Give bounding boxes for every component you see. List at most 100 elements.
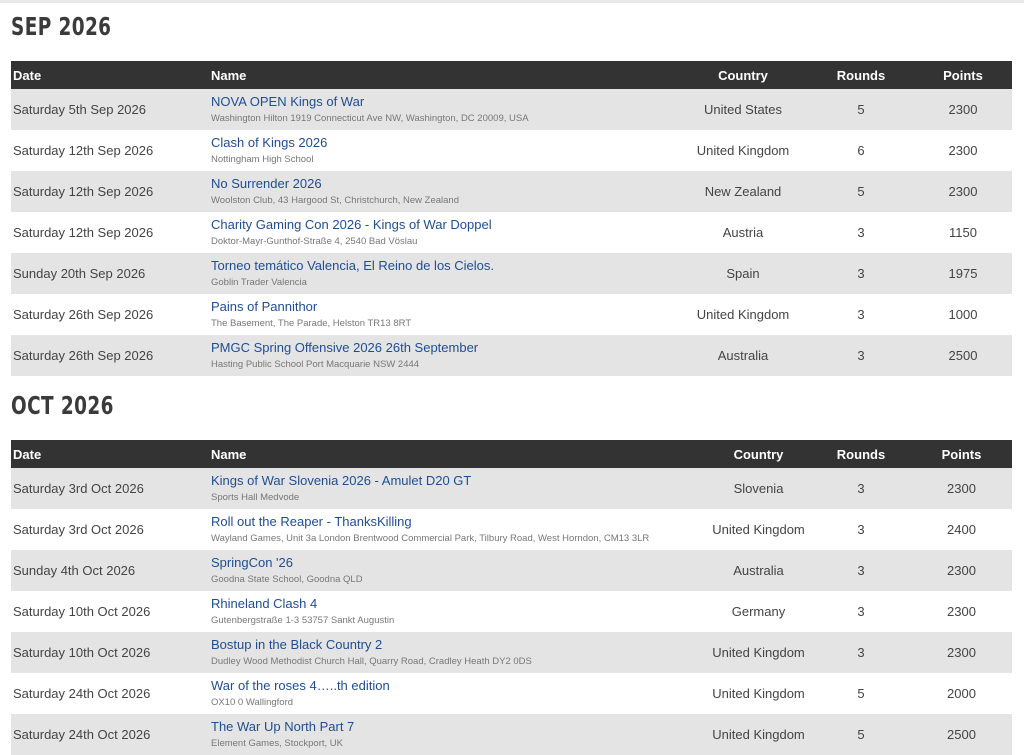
- event-points: 2300: [914, 89, 1012, 130]
- event-country: Germany: [706, 591, 811, 632]
- event-venue: Nottingham High School: [211, 154, 314, 165]
- column-header-points[interactable]: Points: [914, 61, 1012, 89]
- event-rounds: 5: [811, 714, 911, 755]
- event-points: 1975: [914, 253, 1012, 294]
- event-date: Saturday 24th Oct 2026: [11, 673, 211, 714]
- event-name-link[interactable]: Kings of War Slovenia 2026 - Amulet D20 …: [211, 473, 706, 489]
- table-row: Saturday 10th Oct 2026 Rhineland Clash 4…: [11, 591, 1012, 632]
- table-row: Saturday 5th Sep 2026 NOVA OPEN Kings of…: [11, 89, 1012, 130]
- table-row: Sunday 4th Oct 2026 SpringCon '26 Goodna …: [11, 550, 1012, 591]
- column-header-name[interactable]: Name: [211, 61, 678, 89]
- event-points: 2500: [911, 714, 1012, 755]
- event-date: Saturday 10th Oct 2026: [11, 591, 211, 632]
- event-rounds: 3: [811, 591, 911, 632]
- event-name-link[interactable]: Charity Gaming Con 2026 - Kings of War D…: [211, 217, 678, 233]
- event-venue: Gutenbergstraße 1-3 53757 Sankt Augustin: [211, 615, 395, 626]
- event-rounds: 5: [811, 673, 911, 714]
- event-cell: Kings of War Slovenia 2026 - Amulet D20 …: [211, 468, 706, 509]
- event-rounds: 3: [808, 253, 914, 294]
- event-country: Australia: [678, 335, 808, 376]
- table-row: Saturday 26th Sep 2026 PMGC Spring Offen…: [11, 335, 1012, 376]
- event-rounds: 3: [808, 335, 914, 376]
- event-cell: NOVA OPEN Kings of War Washington Hilton …: [211, 89, 678, 130]
- event-date: Saturday 12th Sep 2026: [11, 130, 211, 171]
- event-cell: Charity Gaming Con 2026 - Kings of War D…: [211, 212, 678, 253]
- column-header-rounds[interactable]: Rounds: [808, 61, 914, 89]
- event-name-link[interactable]: Roll out the Reaper - ThanksKilling: [211, 514, 706, 530]
- event-name-link[interactable]: No Surrender 2026: [211, 176, 678, 192]
- column-header-rounds[interactable]: Rounds: [811, 440, 911, 468]
- event-name-link[interactable]: Torneo temático Valencia, El Reino de lo…: [211, 258, 678, 274]
- table-row: Saturday 12th Sep 2026 Charity Gaming Co…: [11, 212, 1012, 253]
- event-cell: No Surrender 2026 Woolston Club, 43 Hargo…: [211, 171, 678, 212]
- event-venue: Dudley Wood Methodist Church Hall, Quarr…: [211, 656, 532, 667]
- event-name-link[interactable]: Pains of Pannithor: [211, 299, 678, 315]
- event-points: 2500: [914, 335, 1012, 376]
- event-cell: SpringCon '26 Goodna State School, Goodna…: [211, 550, 706, 591]
- event-points: 2300: [911, 632, 1012, 673]
- event-cell: Rhineland Clash 4 Gutenbergstraße 1-3 537…: [211, 591, 706, 632]
- event-cell: Clash of Kings 2026 Nottingham High Schoo…: [211, 130, 678, 171]
- event-rounds: 3: [811, 632, 911, 673]
- event-country: United Kingdom: [706, 714, 811, 755]
- table-header-row: Date Name Country Rounds Points: [11, 440, 1012, 468]
- event-date: Sunday 4th Oct 2026: [11, 550, 211, 591]
- event-venue: The Basement, The Parade, Helston TR13 8…: [211, 318, 412, 329]
- column-header-date[interactable]: Date: [11, 440, 211, 468]
- event-date: Saturday 5th Sep 2026: [11, 89, 211, 130]
- event-country: Australia: [706, 550, 811, 591]
- event-points: 1150: [914, 212, 1012, 253]
- event-points: 1000: [914, 294, 1012, 335]
- event-name-link[interactable]: PMGC Spring Offensive 2026 26th Septembe…: [211, 340, 678, 356]
- event-name-link[interactable]: Clash of Kings 2026: [211, 135, 678, 151]
- event-country: United Kingdom: [678, 130, 808, 171]
- events-table-oct-2026: Date Name Country Rounds Points Saturday…: [11, 440, 1012, 755]
- event-points: 2300: [914, 171, 1012, 212]
- column-header-name[interactable]: Name: [211, 440, 706, 468]
- event-venue: Washington Hilton 1919 Connecticut Ave N…: [211, 113, 529, 124]
- event-country: Slovenia: [706, 468, 811, 509]
- event-rounds: 5: [808, 89, 914, 130]
- event-cell: Roll out the Reaper - ThanksKilling Wayla…: [211, 509, 706, 550]
- event-points: 2300: [911, 550, 1012, 591]
- column-header-points[interactable]: Points: [911, 440, 1012, 468]
- event-cell: Bostup in the Black Country 2 Dudley Wood…: [211, 632, 706, 673]
- events-table-sep-2026: Date Name Country Rounds Points Saturday…: [11, 61, 1012, 376]
- event-rounds: 3: [811, 509, 911, 550]
- column-header-country[interactable]: Country: [706, 440, 811, 468]
- event-venue: Element Games, Stockport, UK: [211, 738, 343, 749]
- event-name-link[interactable]: SpringCon '26: [211, 555, 706, 571]
- event-country: United Kingdom: [706, 509, 811, 550]
- event-points: 2300: [914, 130, 1012, 171]
- event-date: Saturday 12th Sep 2026: [11, 171, 211, 212]
- event-rounds: 5: [808, 171, 914, 212]
- event-venue: Goodna State School, Goodna QLD: [211, 574, 363, 585]
- event-points: 2000: [911, 673, 1012, 714]
- event-points: 2300: [911, 591, 1012, 632]
- event-country: United Kingdom: [706, 632, 811, 673]
- event-cell: Pains of Pannithor The Basement, The Para…: [211, 294, 678, 335]
- event-name-link[interactable]: War of the roses 4…..th edition: [211, 678, 706, 694]
- event-cell: War of the roses 4…..th edition OX10 0 Wa…: [211, 673, 706, 714]
- event-country: United Kingdom: [706, 673, 811, 714]
- event-rounds: 3: [808, 294, 914, 335]
- event-date: Saturday 26th Sep 2026: [11, 294, 211, 335]
- event-rounds: 3: [811, 550, 911, 591]
- event-name-link[interactable]: NOVA OPEN Kings of War: [211, 94, 678, 110]
- table-row: Saturday 24th Oct 2026 The War Up North …: [11, 714, 1012, 755]
- event-venue: Hasting Public School Port Macquarie NSW…: [211, 359, 420, 370]
- column-header-country[interactable]: Country: [678, 61, 808, 89]
- top-divider: [0, 0, 1024, 3]
- table-row: Saturday 12th Sep 2026 Clash of Kings 20…: [11, 130, 1012, 171]
- event-country: Spain: [678, 253, 808, 294]
- event-name-link[interactable]: The War Up North Part 7: [211, 719, 706, 735]
- event-date: Sunday 20th Sep 2026: [11, 253, 211, 294]
- event-rounds: 3: [808, 212, 914, 253]
- month-heading-oct-2026: OCT 2026: [11, 391, 114, 420]
- event-venue: Goblin Trader Valencia: [211, 277, 307, 288]
- event-name-link[interactable]: Bostup in the Black Country 2: [211, 637, 706, 653]
- column-header-date[interactable]: Date: [11, 61, 211, 89]
- event-rounds: 6: [808, 130, 914, 171]
- table-row: Saturday 3rd Oct 2026 Kings of War Slove…: [11, 468, 1012, 509]
- event-name-link[interactable]: Rhineland Clash 4: [211, 596, 706, 612]
